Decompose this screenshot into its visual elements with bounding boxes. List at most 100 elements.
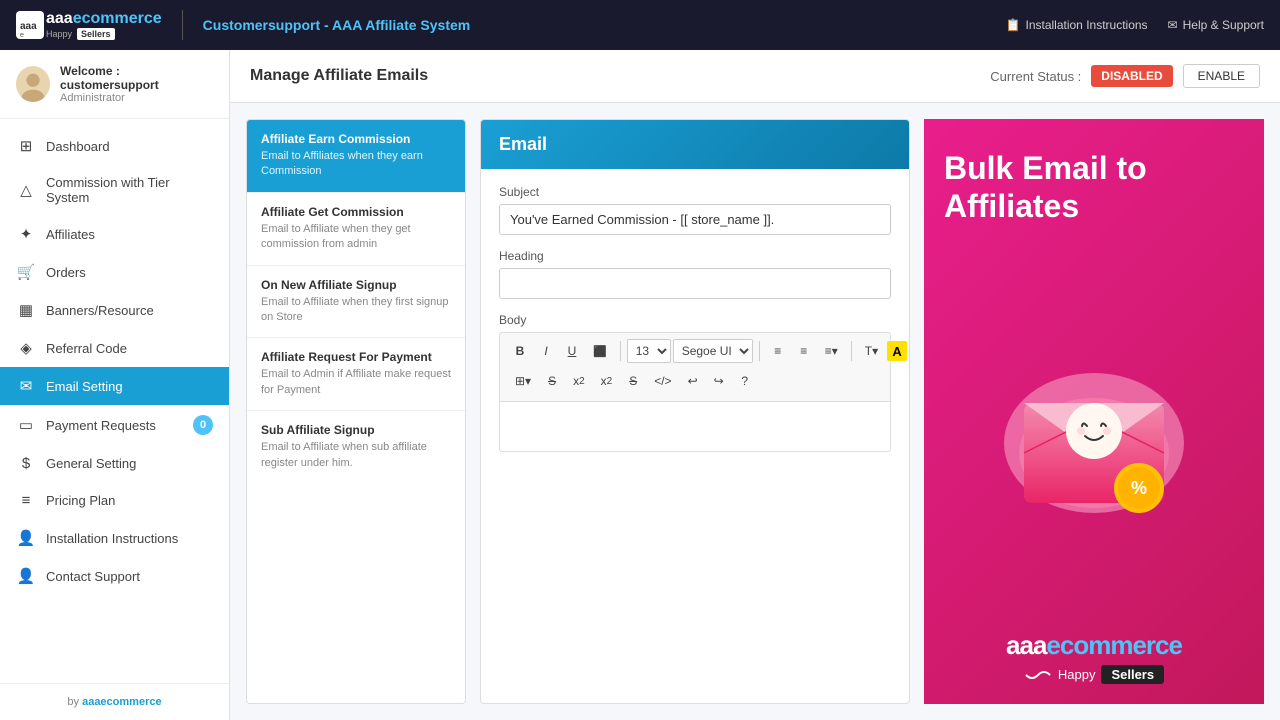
affiliates-icon: ✦ [16, 225, 36, 243]
email-list-item-new-signup[interactable]: On New Affiliate Signup Email to Affilia… [247, 266, 465, 339]
topbar-links: 📋 Installation Instructions ✉ Help & Sup… [1006, 18, 1264, 32]
email-form-header: Email [481, 120, 909, 169]
sidebar-item-payment-requests[interactable]: ▭ Payment Requests 0 [0, 405, 229, 445]
item-title: Affiliate Earn Commission [261, 132, 451, 146]
email-form-title: Email [499, 134, 547, 154]
unordered-list-button[interactable]: ≡ [766, 339, 790, 363]
help-support-link[interactable]: ✉ Help & Support [1168, 18, 1264, 32]
envelope-svg: % [994, 323, 1194, 533]
user-role: Administrator [60, 92, 213, 104]
subject-group: Subject [499, 185, 891, 235]
text-format-icon: T▾ [865, 344, 878, 358]
brand-sub: Happy [1058, 667, 1096, 682]
format-button[interactable]: ⬛ [586, 339, 614, 363]
strikethrough2-button[interactable]: S [621, 369, 645, 393]
redo-button[interactable]: ↪ [707, 369, 731, 393]
item-title: Affiliate Get Commission [261, 205, 451, 219]
body-label: Body [499, 313, 891, 327]
sidebar-user: Welcome : customersupport Administrator [0, 50, 229, 119]
email-list-item-sub-affiliate[interactable]: Sub Affiliate Signup Email to Affiliate … [247, 411, 465, 483]
item-title: Affiliate Request For Payment [261, 350, 451, 364]
font-family-select[interactable]: Segoe UI Arial [673, 339, 753, 363]
email-list-item-request-payment[interactable]: Affiliate Request For Payment Email to A… [247, 338, 465, 411]
table-icon: ⊞▾ [515, 374, 531, 388]
superscript-button[interactable]: x2 [566, 369, 592, 393]
help-button[interactable]: ? [733, 369, 757, 393]
pricing-icon: ≡ [16, 492, 36, 509]
brand-arrow-icon [1024, 667, 1052, 683]
right-panel-title: Bulk Email to Affiliates [944, 149, 1244, 226]
svg-text:e: e [20, 32, 24, 39]
avatar [16, 66, 50, 102]
sidebar-item-general-setting[interactable]: $ General Setting [0, 445, 229, 482]
email-list-item-earn-commission[interactable]: Affiliate Earn Commission Email to Affil… [247, 120, 465, 193]
general-icon: $ [16, 455, 36, 472]
sidebar-item-contact-support[interactable]: 👤 Contact Support [0, 557, 229, 595]
text-format-button[interactable]: T▾ [858, 339, 885, 363]
item-desc: Email to Admin if Affiliate make request… [261, 367, 451, 398]
undo-button[interactable]: ↩ [681, 369, 705, 393]
highlight-button[interactable]: A [887, 341, 907, 361]
sidebar-item-banners[interactable]: ▦ Banners/Resource [0, 291, 229, 329]
email-icon: ✉ [16, 377, 36, 395]
topbar: aaa e aaaecommerce Happy Sellers Custome… [0, 0, 1280, 50]
banners-icon: ▦ [16, 301, 36, 319]
payment-icon: ▭ [16, 416, 36, 434]
sidebar-item-installation-instructions[interactable]: 👤 Installation Instructions [0, 519, 229, 557]
sidebar-item-commission-tier[interactable]: △ Commission with Tier System [0, 165, 229, 215]
align-icon: ≡▾ [825, 344, 838, 358]
logo-text: aaaecommerce [46, 10, 162, 28]
sidebar-item-pricing-plan[interactable]: ≡ Pricing Plan [0, 482, 229, 519]
editor-body[interactable] [499, 402, 891, 452]
align-button[interactable]: ≡▾ [818, 339, 845, 363]
strikethrough-button[interactable]: S [540, 369, 564, 393]
font-size-select[interactable]: 13 14 16 [627, 339, 671, 363]
email-list-item-get-commission[interactable]: Affiliate Get Commission Email to Affili… [247, 193, 465, 266]
brand-subtitle-row: Happy Sellers [1006, 665, 1182, 684]
item-desc: Email to Affiliates when they earn Commi… [261, 149, 451, 180]
installation-instructions-link[interactable]: 📋 Installation Instructions [1006, 18, 1148, 32]
right-panel-brand: aaaecommerce Happy Sellers [1006, 630, 1182, 684]
bold-button[interactable]: B [508, 339, 532, 363]
item-desc: Email to Affiliate when they first signu… [261, 295, 451, 326]
item-title: Sub Affiliate Signup [261, 423, 451, 437]
sidebar-item-email-setting[interactable]: ✉ Email Setting [0, 367, 229, 405]
heading-label: Heading [499, 249, 891, 263]
item-desc: Email to Affiliate when sub affiliate re… [261, 440, 451, 471]
toolbar-divider-3 [851, 341, 852, 361]
sidebar-item-dashboard[interactable]: ⊞ Dashboard [0, 127, 229, 165]
email-list-panel: Affiliate Earn Commission Email to Affil… [246, 119, 466, 704]
toolbar-divider [620, 341, 621, 361]
body-group: Body B I U ⬛ [499, 313, 891, 452]
subscript-button[interactable]: x2 [594, 369, 620, 393]
sidebar-item-orders[interactable]: 🛒 Orders [0, 253, 229, 291]
username: Welcome : customersupport [60, 64, 213, 92]
subject-input[interactable] [499, 204, 891, 235]
sidebar: Welcome : customersupport Administrator … [0, 50, 230, 720]
svg-text:%: % [1131, 478, 1147, 498]
underline-button[interactable]: U [560, 339, 584, 363]
sidebar-item-affiliates[interactable]: ✦ Affiliates [0, 215, 229, 253]
mail-icon: ✉ [1168, 18, 1178, 32]
install-icon: 👤 [16, 529, 36, 547]
status-badge: DISABLED [1091, 65, 1172, 87]
format-icon: ⬛ [593, 345, 607, 358]
footer-link[interactable]: aaaecommerce [82, 696, 162, 708]
ordered-list-button[interactable]: ≡ [792, 339, 816, 363]
tier-icon: △ [16, 181, 36, 199]
topbar-title: Customersupport - AAA Affiliate System [203, 17, 471, 33]
strikethrough2-icon: S [629, 374, 637, 388]
avatar-svg [16, 66, 50, 102]
sidebar-item-referral[interactable]: ◈ Referral Code [0, 329, 229, 367]
heading-input[interactable] [499, 268, 891, 299]
table-button[interactable]: ⊞▾ [508, 369, 538, 393]
sidebar-nav: ⊞ Dashboard △ Commission with Tier Syste… [0, 119, 229, 683]
brand-prefix: aaa [1006, 630, 1046, 660]
email-form-panel: Email Subject Heading Body [480, 119, 910, 704]
enable-button[interactable]: ENABLE [1183, 64, 1260, 88]
brand-main: ecommerce [1046, 630, 1182, 660]
orders-icon: 🛒 [16, 263, 36, 281]
code-button[interactable]: </> [647, 369, 678, 393]
toolbar-row-1: B I U ⬛ 13 14 16 [508, 339, 907, 363]
italic-button[interactable]: I [534, 339, 558, 363]
